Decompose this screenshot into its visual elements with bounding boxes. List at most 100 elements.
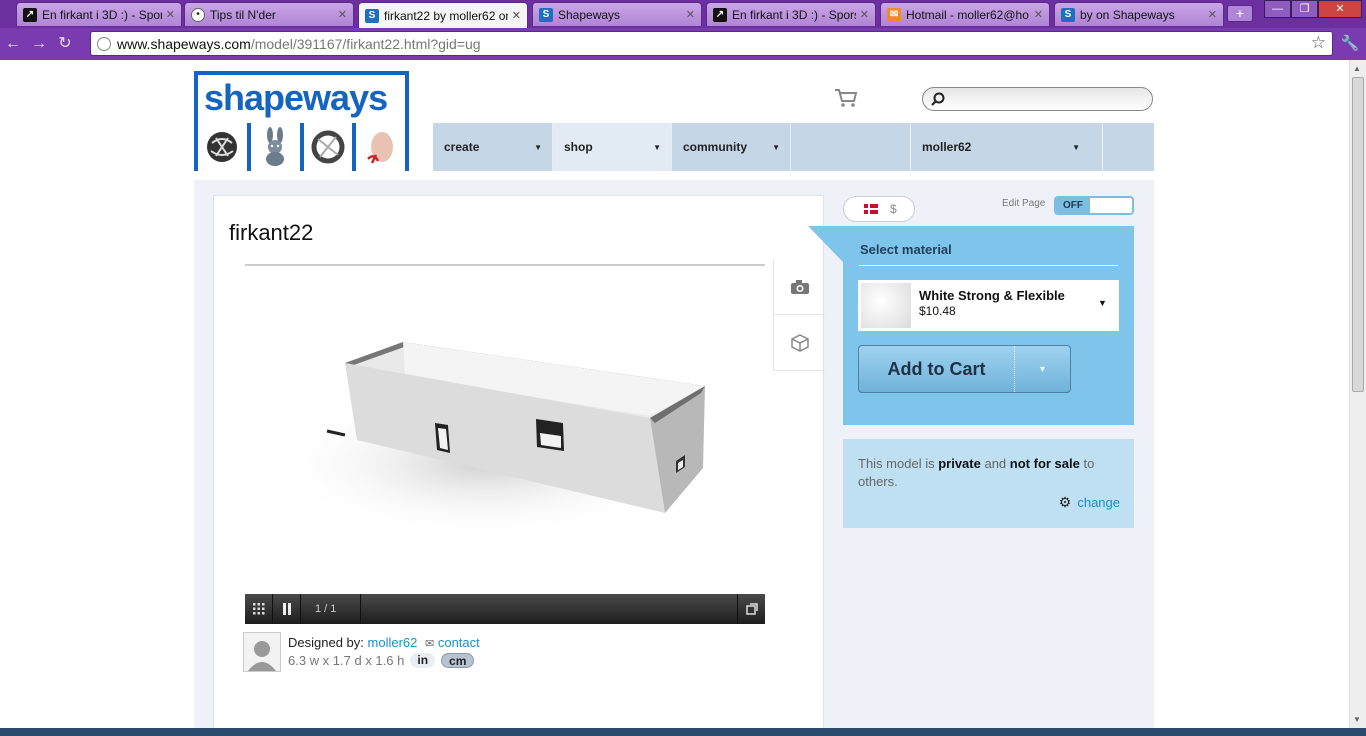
fullscreen-icon[interactable] [737,594,765,624]
designed-by-label: Designed by: [288,635,364,650]
currency-selector[interactable]: $ [843,196,915,222]
material-swatch [861,283,911,328]
sporsfav-icon: ↗ [23,7,37,22]
reload-icon[interactable]: ↻ [52,31,78,57]
browser-toolbar: ← → ↻ www.shapeways.com /model/391167/fi… [0,28,1366,60]
browser-tab-4[interactable]: S Shapeways ✕ [532,2,702,26]
designer-link[interactable]: moller62 [368,635,418,650]
site-search[interactable] [922,87,1153,111]
bookmark-star-icon[interactable]: ☆ [1311,33,1326,53]
browser-tab-3[interactable]: S firkant22 by moller62 on ✕ [358,2,528,28]
buy-box: Select material White Strong & Flexible … [808,226,1134,425]
edit-page-label: Edit Page [1002,198,1046,209]
page-scrollbar[interactable]: ▲ ▼ [1349,60,1366,728]
back-icon[interactable]: ← [0,31,26,57]
url-path: /model/391167/firkant22.html?gid=ug [250,35,481,52]
nav-shop[interactable]: shop ▼ [553,123,672,171]
browser-tab-7[interactable]: S by on Shapeways ✕ [1054,2,1224,26]
hotmail-icon: ✉ [887,7,901,22]
contact-link[interactable]: contact [438,635,480,650]
title-divider [245,264,765,266]
select-material-label: Select material [860,242,952,257]
nav-empty [791,123,911,171]
browser-tab-6[interactable]: ✉ Hotmail - moller62@ho ✕ [880,2,1050,26]
address-bar[interactable]: www.shapeways.com /model/391167/firkant2… [90,31,1333,56]
scroll-down-icon[interactable]: ▼ [1353,715,1361,724]
privacy-not-for-sale: not for sale [1009,456,1080,471]
caret-down-icon: ▼ [1072,143,1080,152]
avatar[interactable] [243,632,281,672]
denmark-flag-icon [864,204,878,214]
browser-tab-1[interactable]: ↗ En firkant i 3D :) - Spors ✕ [16,2,182,26]
nav-user-menu[interactable]: moller62 ▼ [911,123,1103,171]
chevron-down-icon: ▼ [1038,364,1047,374]
camera-icon[interactable] [774,259,825,315]
tab-title: En firkant i 3D :) - Spors [732,7,856,22]
tips-icon: • [191,7,205,22]
privacy-text: and [984,456,1007,471]
change-privacy[interactable]: ⚙ change [1059,494,1120,511]
os-taskbar [0,728,1366,736]
nav-community[interactable]: community ▼ [672,123,791,171]
nav-label: shop [564,140,593,154]
browser-tab-2[interactable]: • Tips til N'der ✕ [184,2,354,26]
pause-icon[interactable] [273,594,301,624]
add-to-cart-button[interactable]: Add to Cart ▼ [858,345,1071,393]
dimensions-line: 6.3 w x 1.7 d x 1.6 h in cm [288,653,475,668]
search-input[interactable] [945,91,1152,107]
viewer-side-tools [773,259,825,371]
window-close-icon[interactable]: ✕ [1318,0,1362,18]
tab-title: Shapeways [558,7,621,22]
new-tab-button[interactable]: + [1227,5,1253,22]
close-icon[interactable]: ✕ [1034,8,1043,21]
edit-page-toggle[interactable]: OFF [1054,196,1134,215]
tab-title: by on Shapeways [1080,7,1175,22]
tab-title: firkant22 by moller62 on [384,8,508,23]
page-title: firkant22 [229,220,314,245]
wrench-menu-icon[interactable]: 🔧 [1340,34,1360,54]
globe-icon [97,36,111,51]
tab-title: En firkant i 3D :) - Spors [42,7,162,22]
close-icon[interactable]: ✕ [166,8,175,21]
browser-tab-5[interactable]: ↗ En firkant i 3D :) - Spors ✕ [706,2,876,26]
privacy-box: This model is private and not for sale t… [843,439,1134,528]
3d-cube-icon[interactable] [774,315,825,371]
close-icon[interactable]: ✕ [860,8,869,21]
close-icon[interactable]: ✕ [512,9,521,22]
close-icon[interactable]: ✕ [686,8,695,21]
dimensions: 6.3 w x 1.7 d x 1.6 h [288,653,405,668]
unit-cm-button[interactable]: cm [441,653,475,668]
scroll-up-icon[interactable]: ▲ [1353,64,1361,73]
unit-in-button[interactable]: in [410,653,436,668]
material-select[interactable]: White Strong & Flexible $10.48 ▼ [858,280,1119,331]
nav-label: moller62 [922,140,972,154]
cart-icon[interactable] [834,88,858,108]
material-price: $10.48 [919,304,956,318]
caret-down-icon: ▼ [772,143,780,152]
model-render [270,342,705,538]
logo-thumb-egg [356,123,405,171]
scrollbar-thumb[interactable] [1352,77,1364,392]
change-link[interactable]: change [1077,495,1120,510]
grid-icon[interactable] [245,594,273,624]
minimize-icon[interactable]: — [1264,0,1291,18]
caret-down-icon: ▼ [534,143,542,152]
nav-label: community [683,140,748,154]
restore-icon[interactable]: ❐ [1291,0,1318,18]
image-counter: 1 / 1 [301,594,361,624]
logo-thumb-bunny [250,123,300,171]
buybox-notch [808,226,843,262]
close-icon[interactable]: ✕ [1208,8,1217,21]
shapeways-logo[interactable]: shapeways [194,71,409,171]
shapeways-icon: S [365,8,379,23]
add-to-cart-dropdown[interactable]: ▼ [1015,346,1070,392]
caret-down-icon: ▼ [653,143,661,152]
forward-icon[interactable]: → [26,31,52,57]
sporsfav-icon: ↗ [713,7,727,22]
material-name: White Strong & Flexible [919,288,1065,303]
logo-thumb-sphere [198,123,247,171]
model-viewer[interactable] [245,268,765,594]
nav-create[interactable]: create ▼ [433,123,553,171]
close-icon[interactable]: ✕ [338,8,347,21]
mail-icon: ✉ [425,638,435,650]
